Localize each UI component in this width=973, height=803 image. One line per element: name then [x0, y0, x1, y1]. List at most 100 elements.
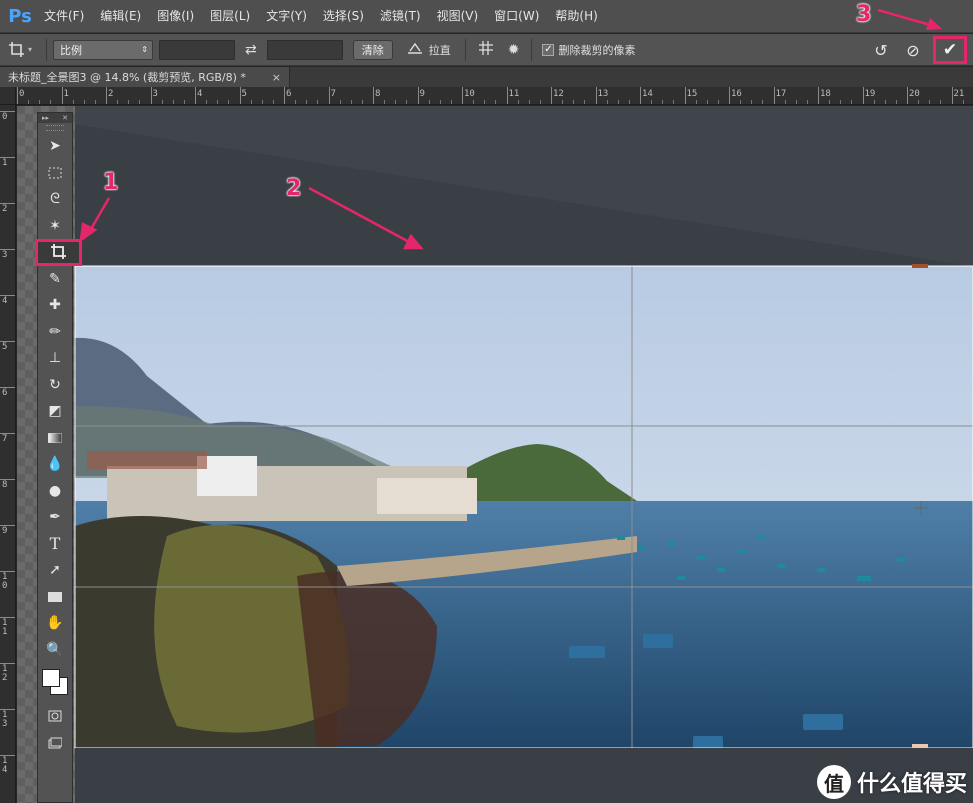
type-tool-icon[interactable]: T: [38, 531, 72, 558]
ruler-tick: [0, 663, 15, 664]
pen-tool-icon[interactable]: ✒: [38, 504, 72, 531]
hand-tool-icon[interactable]: ✋: [38, 610, 72, 637]
menu-image[interactable]: 图像(I): [149, 0, 202, 33]
ruler-minor-tick: [473, 100, 474, 104]
delete-pixels-label[interactable]: 删除裁剪的像素: [558, 42, 635, 58]
ruler-minor-tick: [806, 100, 808, 104]
eraser-tool-icon[interactable]: ◩: [38, 398, 72, 425]
ruler-tick-label: 1: [63, 89, 69, 99]
ruler-minor-tick: [873, 100, 875, 104]
document-tab[interactable]: 未标题_全景图3 @ 14.8% (裁剪预览, RGB/8) * ×: [0, 67, 290, 87]
ratio-select[interactable]: 比例 ⇕: [53, 39, 153, 60]
menu-type[interactable]: 文字(Y): [258, 0, 315, 33]
commit-check-icon[interactable]: ✔: [933, 36, 967, 64]
ruler-tick: [595, 87, 597, 104]
ruler-tick: [0, 157, 15, 158]
width-input[interactable]: [159, 39, 235, 60]
collapse-icon[interactable]: ▸▸: [42, 114, 49, 122]
separator: [531, 38, 533, 61]
ruler-minor-tick: [72, 100, 74, 104]
menu-select[interactable]: 选择(S): [315, 0, 372, 33]
reset-icon[interactable]: ↺: [865, 41, 897, 60]
menu-view[interactable]: 视图(V): [429, 0, 487, 33]
menu-filter[interactable]: 滤镜(T): [372, 0, 429, 33]
gradient-tool-icon[interactable]: [38, 425, 72, 452]
photoshop-logo: Ps: [8, 5, 32, 27]
ruler-tick: [0, 479, 15, 480]
ruler-minor-tick: [306, 100, 307, 104]
path-selection-tool-icon[interactable]: ➚: [38, 557, 72, 584]
magic-wand-tool-icon[interactable]: ✶: [38, 213, 72, 240]
gear-icon[interactable]: ✹: [508, 42, 520, 58]
tools-panel-header[interactable]: ▸▸ ✕: [38, 113, 72, 123]
close-icon[interactable]: ×: [272, 71, 281, 84]
lasso-tool-icon[interactable]: ᘓ: [38, 186, 72, 213]
ruler-minor-tick: [317, 100, 318, 104]
ruler-tick: [0, 203, 15, 204]
clear-button[interactable]: 清除: [352, 39, 393, 60]
ruler-minor-tick: [829, 100, 830, 104]
panel-grip[interactable]: [46, 125, 64, 131]
crop-tool-icon[interactable]: [35, 239, 82, 266]
quick-mask-icon[interactable]: [38, 703, 72, 730]
menu-edit[interactable]: 编辑(E): [92, 0, 149, 33]
history-brush-tool-icon[interactable]: ↻: [38, 372, 72, 399]
grid-overlay-icon[interactable]: [478, 40, 494, 60]
close-panel-icon[interactable]: ✕: [62, 114, 68, 122]
ruler-tick-label: 17: [775, 89, 787, 99]
watermark: 值 什么值得买: [816, 765, 967, 799]
ruler-tick: [239, 87, 241, 104]
straighten-label[interactable]: 拉直: [429, 42, 451, 58]
ruler-tick: [0, 295, 15, 296]
ruler-tick-label: 13: [2, 710, 8, 729]
foreground-color-swatch[interactable]: [42, 669, 60, 687]
brush-tool-icon[interactable]: ✏: [38, 319, 72, 346]
marquee-tool-icon[interactable]: [38, 160, 72, 187]
ruler-tick: [640, 87, 641, 104]
screen-mode-icon[interactable]: [38, 730, 72, 757]
horizontal-ruler[interactable]: 0 1 2 3 4 5 6 7 8 9 10 11 12 13 14 15 16 17 18 19 20 21: [16, 87, 973, 105]
ruler-tick: [684, 87, 686, 104]
color-swatches[interactable]: [38, 663, 72, 703]
height-input[interactable]: [266, 39, 343, 60]
blur-tool-icon[interactable]: 💧: [38, 451, 72, 478]
ruler-minor-tick: [528, 100, 530, 104]
ruler-tick-label: 14: [642, 89, 653, 99]
ruler-minor-tick: [962, 100, 964, 104]
menu-help[interactable]: 帮助(H): [547, 0, 605, 33]
ruler-tick: [0, 249, 15, 250]
ruler-tick: [862, 87, 864, 104]
ruler-tick-label: 8: [2, 480, 8, 490]
ruler-tick: [0, 111, 15, 112]
ruler-tick: [818, 87, 819, 104]
eyedropper-tool-icon[interactable]: ✎: [38, 266, 72, 293]
ruler-tick: [417, 87, 419, 104]
ruler-tick-label: 11: [508, 89, 520, 99]
ruler-tick-label: 7: [330, 89, 336, 99]
ruler-minor-tick: [339, 100, 341, 104]
ruler-tick: [729, 87, 730, 104]
move-tool-icon[interactable]: ➤: [38, 133, 72, 160]
dodge-tool-icon[interactable]: ●: [38, 478, 72, 505]
ruler-tick-label: 6: [286, 89, 292, 99]
ruler-tick: [106, 87, 107, 104]
ruler-minor-tick: [261, 100, 263, 104]
menu-layer[interactable]: 图层(L): [202, 0, 258, 33]
ruler-minor-tick: [439, 100, 441, 104]
menu-window[interactable]: 窗口(W): [486, 0, 547, 33]
clone-stamp-tool-icon[interactable]: ⊥: [38, 345, 72, 372]
cancel-icon[interactable]: ⊘: [897, 41, 929, 60]
ruler-tick: [462, 87, 463, 104]
vertical-ruler[interactable]: 0 1 2 3 4 5 6 7 8 9 10 11 12 13 14: [0, 105, 16, 803]
healing-brush-tool-icon[interactable]: ✚: [38, 292, 72, 319]
crop-tool-preset-icon[interactable]: ▾: [0, 41, 40, 59]
straighten-icon[interactable]: [407, 41, 423, 59]
ruler-minor-tick: [484, 100, 485, 104]
swap-icon[interactable]: ⇄: [245, 42, 257, 58]
rectangle-tool-icon[interactable]: [38, 584, 72, 611]
delete-pixels-checkbox[interactable]: ✓: [542, 43, 555, 56]
zoom-tool-icon[interactable]: 🔍: [38, 637, 72, 664]
canvas[interactable]: 值 什么值得买: [17, 106, 973, 803]
menu-file[interactable]: 文件(F): [36, 0, 92, 33]
options-bar: ▾ 比例 ⇕ ⇄ 清除 拉直 ✹ ✓ 删除裁剪的像素 ↺ ⊘ ✔: [0, 34, 973, 66]
